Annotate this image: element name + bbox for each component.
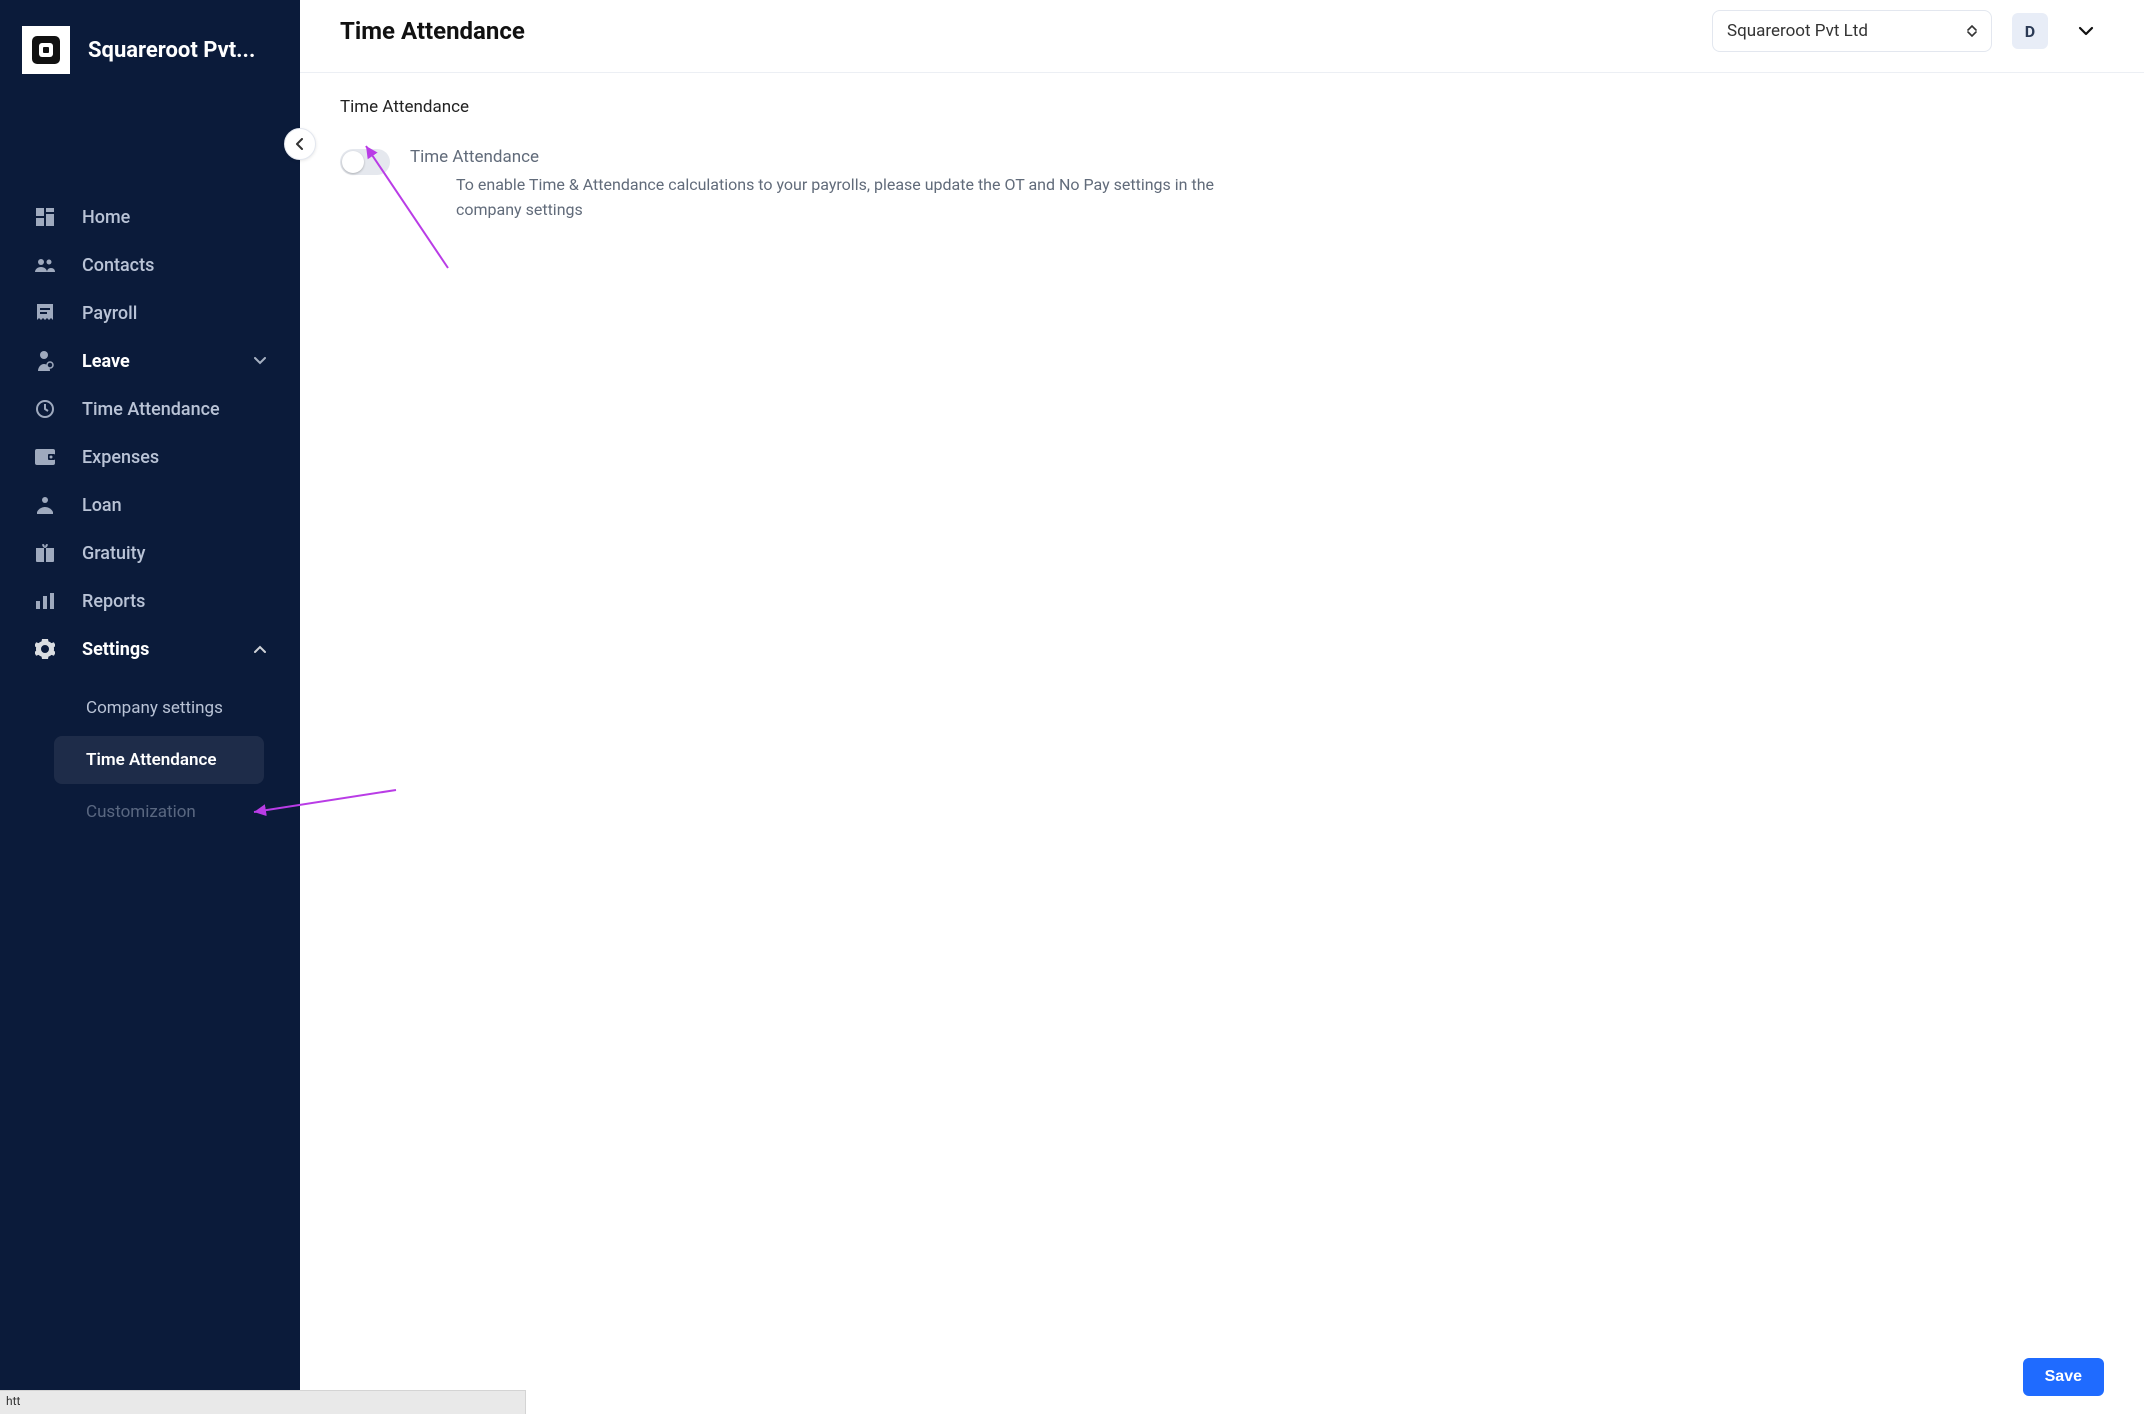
people-icon: [34, 254, 56, 276]
receipt-icon: [34, 302, 56, 324]
subnav-customization[interactable]: Customization: [54, 788, 264, 836]
chevron-up-icon: [254, 645, 266, 653]
brand: Squareroot Pvt...: [0, 0, 300, 84]
setting-label: Time Attendance: [410, 147, 1260, 167]
sidebar-item-label: Contacts: [82, 255, 154, 276]
sidebar-item-label: Settings: [82, 639, 149, 660]
sidebar-item-loan[interactable]: Loan: [0, 482, 300, 528]
brand-logo: [22, 26, 70, 74]
subnav-item-label: Time Attendance: [86, 750, 217, 770]
subnav-item-label: Company settings: [86, 698, 223, 718]
sidebar-item-label: Home: [82, 207, 130, 228]
gift-icon: [34, 542, 56, 564]
chevron-down-icon: [2078, 26, 2094, 36]
avatar[interactable]: D: [2012, 13, 2048, 49]
gear-icon: [34, 638, 56, 660]
sidebar-item-label: Expenses: [82, 447, 159, 468]
sidebar-item-contacts[interactable]: Contacts: [0, 242, 300, 288]
sidebar-item-label: Payroll: [82, 303, 137, 324]
chevron-left-icon: [294, 138, 306, 150]
sidebar-item-gratuity[interactable]: Gratuity: [0, 530, 300, 576]
footer: Save: [300, 1344, 2144, 1414]
subnav-company-settings[interactable]: Company settings: [54, 684, 264, 732]
toggle-knob: [342, 151, 364, 173]
sidebar-item-settings[interactable]: Settings: [0, 626, 300, 672]
sidebar-item-time-attendance[interactable]: Time Attendance: [0, 386, 300, 432]
sidebar-collapse-button[interactable]: [284, 128, 316, 160]
sidebar-item-expenses[interactable]: Expenses: [0, 434, 300, 480]
sidebar-item-label: Reports: [82, 591, 145, 612]
org-selector-label: Squareroot Pvt Ltd: [1727, 21, 1868, 41]
settings-subnav: Company settings Time Attendance Customi…: [0, 674, 300, 846]
sidebar-item-label: Gratuity: [82, 543, 145, 564]
person-leave-icon: [34, 350, 56, 372]
sidebar-item-label: Loan: [82, 495, 122, 516]
chevron-down-icon: [254, 357, 266, 365]
main: Time Attendance Squareroot Pvt Ltd D Tim…: [300, 0, 2144, 1414]
sidebar-item-payroll[interactable]: Payroll: [0, 290, 300, 336]
sidebar-item-leave[interactable]: Leave: [0, 338, 300, 384]
status-text: htt: [6, 1394, 20, 1408]
sidebar-item-reports[interactable]: Reports: [0, 578, 300, 624]
sidebar-nav: Home Contacts Payroll Leave: [0, 194, 300, 846]
time-attendance-toggle[interactable]: [340, 149, 390, 175]
dashboard-icon: [34, 206, 56, 228]
content: Time Attendance Time Attendance To enabl…: [300, 73, 2144, 1414]
wallet-icon: [34, 446, 56, 468]
org-selector[interactable]: Squareroot Pvt Ltd: [1712, 10, 1992, 52]
page-title: Time Attendance: [340, 17, 1692, 45]
user-menu-button[interactable]: [2068, 13, 2104, 49]
avatar-initial: D: [2025, 22, 2035, 41]
hand-coin-icon: [34, 494, 56, 516]
brand-name: Squareroot Pvt...: [88, 38, 255, 63]
square-logo-icon: [31, 35, 61, 65]
sidebar-item-home[interactable]: Home: [0, 194, 300, 240]
bar-chart-icon: [34, 590, 56, 612]
browser-status-bar: htt: [0, 1390, 526, 1414]
setting-description: To enable Time & Attendance calculations…: [410, 173, 1260, 223]
sort-icon: [1967, 25, 1977, 37]
subnav-time-attendance[interactable]: Time Attendance: [54, 736, 264, 784]
section-title: Time Attendance: [340, 97, 2104, 117]
setting-text: Time Attendance To enable Time & Attenda…: [410, 147, 1260, 223]
topbar: Time Attendance Squareroot Pvt Ltd D: [300, 0, 2144, 73]
clock-icon: [34, 398, 56, 420]
sidebar-item-label: Time Attendance: [82, 399, 220, 420]
subnav-item-label: Customization: [86, 802, 196, 822]
time-attendance-setting: Time Attendance To enable Time & Attenda…: [340, 147, 2104, 223]
sidebar: Squareroot Pvt... Home Contacts Payroll: [0, 0, 300, 1414]
sidebar-item-label: Leave: [82, 351, 130, 372]
save-button[interactable]: Save: [2023, 1358, 2104, 1396]
